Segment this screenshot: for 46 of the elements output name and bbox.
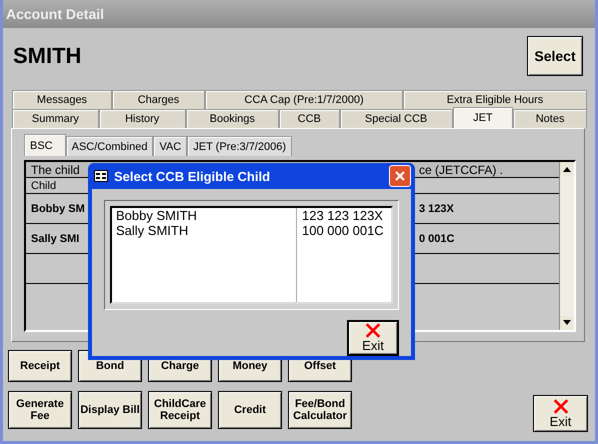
grid-note: The child — [31, 162, 80, 176]
select-button[interactable]: Select — [527, 36, 583, 76]
tab[interactable]: Notes — [513, 109, 587, 128]
tab[interactable]: Charges — [112, 90, 205, 109]
action-button[interactable]: Display Bill — [78, 391, 142, 429]
sub-tab[interactable]: BSC — [24, 134, 66, 156]
window-title: Account Detail — [6, 6, 104, 22]
customer-name: SMITH — [13, 43, 82, 69]
sub-tab[interactable]: ASC/Combined — [66, 136, 154, 156]
grid-cell-text: 0 001C — [419, 232, 456, 244]
list-item[interactable]: Bobby SMITH — [112, 208, 297, 223]
exit-button[interactable]: Exit — [533, 395, 588, 432]
scroll-up-icon[interactable] — [560, 162, 574, 176]
tab[interactable]: JET — [452, 107, 514, 128]
tab[interactable]: Summary — [12, 109, 99, 128]
list-item-number: 123 123 123X — [301, 208, 383, 223]
tab[interactable]: Special CCB — [340, 109, 453, 128]
column-header: Child — [31, 180, 56, 192]
scrollbar[interactable] — [559, 162, 574, 330]
exit-button[interactable]: Exit — [347, 320, 399, 356]
tab[interactable]: History — [98, 109, 186, 128]
tab[interactable]: Bookings — [186, 109, 279, 128]
tab[interactable]: CCA Cap (Pre:1/7/2000) — [205, 90, 403, 109]
close-icon — [552, 398, 570, 414]
sub-tab[interactable]: JET (Pre:3/7/2006) — [187, 136, 292, 156]
list-item-number: 100 000 001C — [301, 223, 384, 238]
action-button[interactable]: ChildCare Receipt — [148, 391, 212, 429]
sub-tab[interactable]: VAC — [153, 136, 188, 156]
tab[interactable]: Messages — [12, 90, 112, 109]
action-button[interactable]: Fee/Bond Calculator — [288, 391, 352, 429]
grid-note: ce (JETCCFA) . — [419, 162, 504, 176]
grid-cell: Bobby SM — [31, 202, 85, 214]
grid-cell-text: 3 123X — [419, 202, 455, 214]
tab[interactable]: CCB — [278, 109, 340, 128]
close-icon — [394, 170, 406, 182]
action-button[interactable]: Generate Fee — [8, 391, 72, 429]
action-button[interactable]: Receipt — [8, 350, 72, 382]
form-icon — [94, 170, 108, 182]
dialog-title: Select CCB Eligible Child — [114, 168, 272, 184]
close-icon — [364, 323, 382, 338]
grid-cell: Sally SMI — [31, 232, 80, 244]
list-item[interactable]: Sally SMITH — [112, 223, 297, 238]
close-button[interactable] — [389, 165, 411, 187]
action-button[interactable]: Credit — [218, 391, 282, 429]
scroll-down-icon[interactable] — [560, 316, 574, 330]
tab[interactable]: Extra Eligible Hours — [403, 90, 587, 109]
